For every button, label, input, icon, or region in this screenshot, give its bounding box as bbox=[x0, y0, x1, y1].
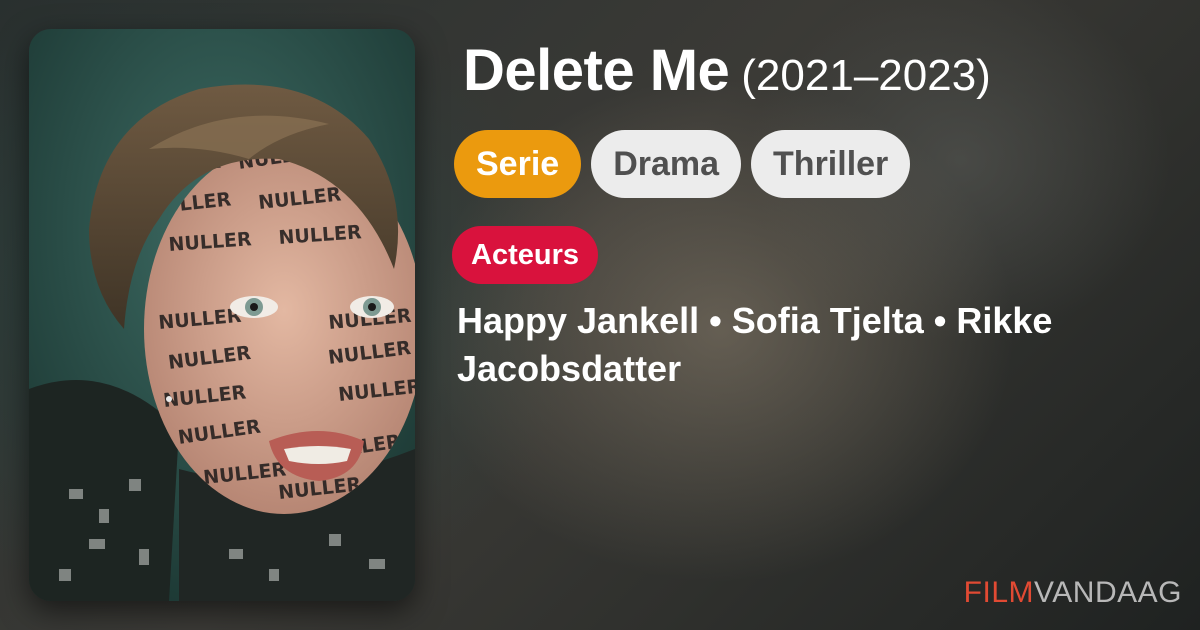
actors-list: Happy Jankell • Sofia Tjelta • Rikke Jac… bbox=[457, 300, 1053, 389]
tag-drama[interactable]: Drama bbox=[591, 130, 742, 198]
title-years: (2021–2023) bbox=[741, 51, 991, 100]
brand-logo-part2: VANDAAG bbox=[1034, 576, 1182, 609]
page-title: Delete Me (2021–2023) bbox=[463, 42, 991, 100]
actors-badge: Acteurs bbox=[452, 226, 598, 284]
tag-thriller[interactable]: Thriller bbox=[751, 130, 911, 198]
poster-image: NULLER NULLER NULLER NULLER NULLER NULLE… bbox=[29, 29, 415, 601]
brand-logo: FILMVANDAAG bbox=[964, 576, 1182, 610]
brand-logo-part1: FILM bbox=[963, 576, 1035, 609]
genre-tags: Serie Drama Thriller bbox=[454, 130, 911, 198]
title-name: Delete Me bbox=[463, 38, 730, 103]
tag-serie[interactable]: Serie bbox=[454, 130, 582, 198]
